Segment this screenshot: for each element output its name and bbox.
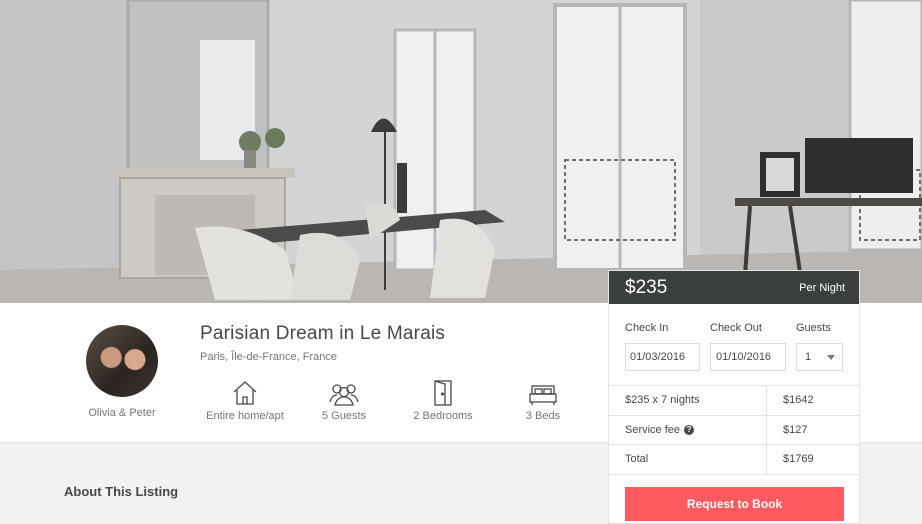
nightly-price: $235 xyxy=(625,276,668,298)
price-header: $235 Per Night xyxy=(609,271,859,304)
about-heading: About This Listing xyxy=(64,484,179,499)
hero-photo xyxy=(0,0,922,303)
home-icon xyxy=(200,378,290,406)
guests-select[interactable]: 1 xyxy=(796,343,843,371)
bed-icon xyxy=(520,378,566,406)
amenity-room-type: Entire home/apt xyxy=(200,378,290,422)
host-name: Olivia & Peter xyxy=(88,407,156,419)
host-avatar[interactable] xyxy=(86,325,158,397)
service-fee-row: Service fee? $127 xyxy=(609,415,859,445)
checkout-label: Check Out xyxy=(710,322,762,334)
per-night-label: Per Night xyxy=(799,281,845,294)
help-icon[interactable]: ? xyxy=(684,424,695,435)
amenity-guests: 5 Guests xyxy=(314,378,374,422)
listing-title: Parisian Dream in Le Marais xyxy=(200,323,446,344)
amenity-beds: 3 Beds xyxy=(520,378,566,422)
total-row: Total $1769 xyxy=(609,445,859,475)
guests-label: Guests xyxy=(796,322,831,334)
nightly-total-row: $235 x 7 nights $1642 xyxy=(609,386,859,416)
checkin-label: Check In xyxy=(625,322,669,334)
booking-panel: $235 Per Night Check In Check Out Guests… xyxy=(608,270,860,524)
booking-fields: Check In Check Out Guests 01/03/2016 01/… xyxy=(609,304,859,386)
checkout-input[interactable]: 01/10/2016 xyxy=(710,343,786,371)
chevron-down-icon xyxy=(827,355,835,360)
amenity-bedrooms: 2 Bedrooms xyxy=(408,378,478,422)
listing-location: Paris, Île-de-France, France xyxy=(200,351,337,363)
door-icon xyxy=(408,378,478,406)
guests-icon xyxy=(314,378,374,406)
request-to-book-button[interactable]: Request to Book xyxy=(625,487,844,521)
checkin-input[interactable]: 01/03/2016 xyxy=(625,343,700,371)
